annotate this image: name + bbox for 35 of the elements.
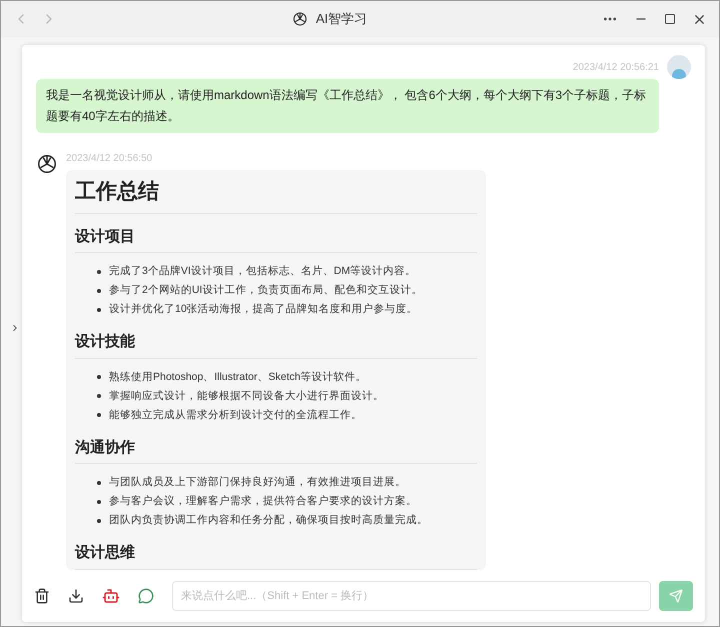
list-item: 参与客户会议，理解客户需求，提供符合客户要求的设计方案。: [109, 494, 417, 509]
list-item: 完成了3个品牌VI设计项目，包括标志、名片、DM等设计内容。: [109, 264, 416, 279]
list-item: 与团队成员及上下游部门保持良好沟通，有效推进项目进展。: [109, 475, 406, 490]
section-heading: 沟通协作: [75, 436, 477, 464]
message-time: 2023/4/12 20:56:50: [66, 152, 154, 166]
bullet-icon: [97, 288, 101, 292]
document-title: 工作总结: [75, 176, 477, 214]
bullet-icon: [97, 375, 101, 379]
bullet-icon: [97, 270, 101, 274]
section-heading: 设计思维: [75, 542, 477, 570]
download-icon[interactable]: [68, 588, 84, 604]
chat-icon[interactable]: [138, 588, 154, 604]
list-item: 能够独立完成从需求分析到设计交付的全流程工作。: [109, 408, 362, 422]
maximize-icon[interactable]: [664, 13, 676, 25]
user-message: 我是一名视觉设计师从，请使用markdown语法编写《工作总结》， 包含6个大纲，每个大纲下有3个子标题，子标题要有40字左右的描述。: [36, 79, 659, 133]
delete-icon[interactable]: [34, 588, 50, 604]
list-item: 参与了2个网站的UI设计工作，负责页面布局、配色和交互设计。: [109, 283, 422, 298]
message-time: 2023/4/12 20:56:21: [572, 61, 659, 75]
bullet-icon: [97, 394, 101, 398]
list-item: 熟练使用Photoshop、Illustrator、Sketch等设计软件。: [109, 370, 366, 384]
list-item: 团队内负责协调工作内容和任务分配，确保项目按时高质量完成。: [109, 513, 428, 528]
bullet-icon: [97, 500, 101, 504]
bullet-icon: [97, 480, 101, 484]
bullet-icon: [97, 413, 101, 417]
list-item: 掌握响应式设计，能够根据不同设备大小进行界面设计。: [109, 388, 384, 404]
send-icon: [669, 588, 683, 602]
bullet-icon: [97, 518, 101, 522]
avatar-icon: [667, 55, 691, 79]
list-item: 设计并优化了10张活动海报，提高了品牌知名度和用户参与度。: [109, 302, 418, 317]
message-input[interactable]: 来说点什么吧...（Shift + Enter = 换行）: [172, 580, 651, 610]
window-title: AI智学习: [316, 10, 368, 28]
robot-icon[interactable]: [102, 586, 120, 604]
section-heading: 设计技能: [75, 331, 477, 358]
bullet-icon: [97, 308, 101, 312]
section-heading: 设计项目: [75, 226, 477, 253]
